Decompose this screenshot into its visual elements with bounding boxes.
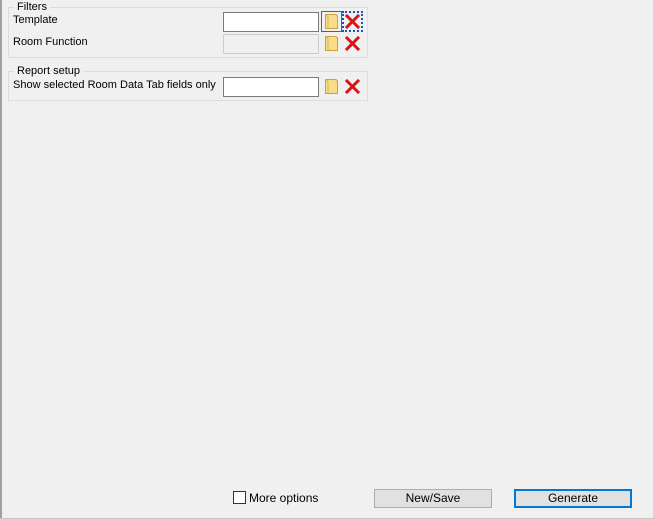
clear-x-icon bbox=[345, 36, 360, 51]
folder-icon bbox=[325, 36, 338, 51]
clear-x-icon bbox=[345, 79, 360, 94]
room-function-browse-button[interactable] bbox=[322, 34, 341, 53]
new-save-button[interactable]: New/Save bbox=[374, 489, 492, 508]
more-options-checkbox[interactable] bbox=[233, 491, 246, 504]
window-left-border bbox=[0, 0, 2, 519]
folder-icon bbox=[325, 14, 338, 29]
template-clear-button[interactable] bbox=[342, 11, 363, 32]
template-browse-button[interactable] bbox=[321, 11, 342, 32]
report-setup-group-title: Report setup bbox=[14, 65, 83, 77]
generate-button[interactable]: Generate bbox=[514, 489, 632, 508]
template-field[interactable] bbox=[223, 12, 319, 32]
filters-group-title: Filters bbox=[14, 1, 50, 13]
folder-icon bbox=[325, 79, 338, 94]
more-options-label[interactable]: More options bbox=[249, 491, 318, 505]
room-function-label: Room Function bbox=[13, 36, 88, 48]
show-selected-fields-label: Show selected Room Data Tab fields only bbox=[13, 79, 216, 91]
show-selected-fields-clear-button[interactable] bbox=[343, 77, 362, 96]
room-function-clear-button[interactable] bbox=[343, 34, 362, 53]
room-function-field[interactable] bbox=[223, 34, 319, 54]
clear-x-icon bbox=[345, 14, 360, 29]
show-selected-fields-browse-button[interactable] bbox=[322, 77, 341, 96]
show-selected-fields-field[interactable] bbox=[223, 77, 319, 97]
template-label: Template bbox=[13, 14, 58, 26]
